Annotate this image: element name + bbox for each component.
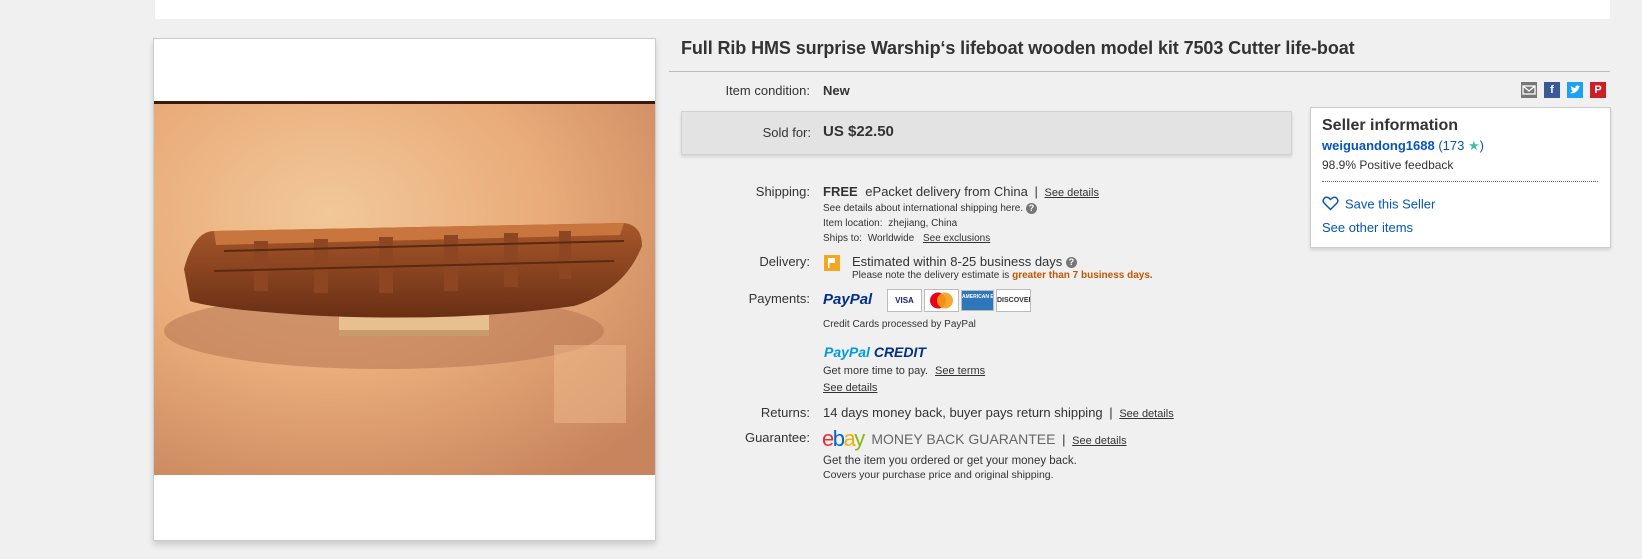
delivery-estimate: Estimated within 8-25 business days ? <box>852 254 1077 269</box>
seller-name-row: weiguandong1688 (173 ★) <box>1322 138 1484 154</box>
twitter-icon[interactable] <box>1567 82 1583 98</box>
item-location: Item location: zhejiang, China <box>823 218 957 229</box>
sold-label: Sold for: <box>762 125 811 140</box>
shipping-label: Shipping: <box>755 184 810 199</box>
save-seller-button[interactable]: Save this Seller <box>1322 196 1435 214</box>
save-seller-label: Save this Seller <box>1345 196 1436 212</box>
seller-divider <box>1322 181 1598 182</box>
delivery-note: Please note the delivery estimate is gre… <box>852 270 1153 281</box>
intl-shipping-text: See details about international shipping… <box>823 203 1024 215</box>
see-other-items-link[interactable]: See other items <box>1322 220 1413 235</box>
ships-to-value: Worldwide <box>867 233 915 244</box>
shipping-method: ePacket delivery from China <box>865 184 1028 199</box>
payments-label: Payments: <box>748 291 810 306</box>
see-terms-link[interactable]: See terms <box>935 365 985 377</box>
see-exclusions-link[interactable]: See exclusions <box>923 233 990 244</box>
payments-see-details[interactable]: See details <box>823 382 877 394</box>
condition-value: New <box>823 83 850 98</box>
delivery-note-highlight: greater than 7 business days. <box>1012 270 1153 281</box>
guarantee-see-details[interactable]: See details <box>1072 435 1126 447</box>
item-title: Full Rib HMS surprise Warship‘s lifeboat… <box>681 38 1355 58</box>
seller-info-box: Seller information weiguandong1688 (173 … <box>1310 107 1611 248</box>
guarantee-row: ebay MONEY BACK GUARANTEE | See details <box>822 426 1127 451</box>
shipping-free: FREE <box>823 184 858 199</box>
delivery-flag-icon <box>824 255 840 271</box>
shipping-row: FREE ePacket delivery from China | See d… <box>823 184 1099 199</box>
paypal-logo: PayPal <box>823 291 873 308</box>
paypal-credit-text: Get more time to pay. See terms <box>823 365 985 377</box>
seller-info-heading: Seller information <box>1322 117 1459 134</box>
top-strip <box>155 0 1610 19</box>
returns-label: Returns: <box>760 405 810 420</box>
mastercard-icon <box>924 289 959 312</box>
help-icon[interactable]: ? <box>1025 203 1037 214</box>
item-location-label: Item location: <box>823 218 883 229</box>
price-value: US $22.50 <box>823 123 894 140</box>
ships-to-label: Ships to: <box>823 233 862 244</box>
guarantee-line1: Get the item you ordered or get your mon… <box>823 455 1077 467</box>
returns-row: 14 days money back, buyer pays return sh… <box>823 405 1174 420</box>
money-back-guarantee-text: MONEY BACK GUARANTEE <box>871 431 1056 447</box>
pinterest-icon[interactable]: P <box>1590 82 1606 98</box>
feedback-score[interactable]: (173 <box>1438 138 1464 153</box>
visa-icon: VISA <box>887 289 922 312</box>
item-location-value: zhejiang, China <box>888 218 958 229</box>
email-icon[interactable] <box>1521 82 1537 98</box>
paypal-credit-description: Get more time to pay. <box>823 365 928 377</box>
amex-icon: AMERICAN EXPRESS <box>961 290 994 311</box>
delivery-label: Delivery: <box>759 254 810 269</box>
returns-see-details[interactable]: See details <box>1119 408 1173 420</box>
guarantee-line2: Covers your purchase price and original … <box>823 469 1054 481</box>
positive-feedback: 98.9% Positive feedback <box>1322 158 1454 172</box>
ebay-logo: ebay <box>822 426 865 451</box>
paypal-credit-logo-b: CREDIT <box>873 344 926 360</box>
price-box: Sold for: US $22.50 <box>681 111 1292 155</box>
heart-icon <box>1322 196 1339 214</box>
card-logos: VISA AMERICAN EXPRESSDISCOVER <box>887 289 1033 312</box>
paypal-credit-logo-a: PayPal <box>824 344 870 360</box>
guarantee-label: Guarantee: <box>744 430 810 445</box>
product-photo[interactable] <box>154 101 655 475</box>
discover-icon: DISCOVER <box>996 289 1031 312</box>
paypal-credit-logo: PayPal CREDIT <box>824 344 926 360</box>
cards-note: Credit Cards processed by PayPal <box>823 319 976 330</box>
delivery-estimate-text: Estimated within 8-25 business days <box>852 254 1063 269</box>
facebook-icon[interactable]: f <box>1544 82 1560 98</box>
shipping-see-details[interactable]: See details <box>1045 187 1099 199</box>
delivery-note-text: Please note the delivery estimate is <box>852 270 1010 281</box>
returns-text: 14 days money back, buyer pays return sh… <box>823 405 1103 420</box>
title-divider <box>669 71 1610 72</box>
feedback-score-close: ) <box>1479 138 1484 153</box>
intl-shipping-note: See details about international shipping… <box>823 203 1037 214</box>
ships-to: Ships to: Worldwide See exclusions <box>823 233 990 244</box>
product-image-panel[interactable] <box>153 38 656 541</box>
condition-label: Item condition: <box>725 83 810 98</box>
help-icon[interactable]: ? <box>1065 257 1077 269</box>
star-icon: ★ <box>1467 138 1480 153</box>
seller-name-link[interactable]: weiguandong1688 <box>1322 138 1435 153</box>
